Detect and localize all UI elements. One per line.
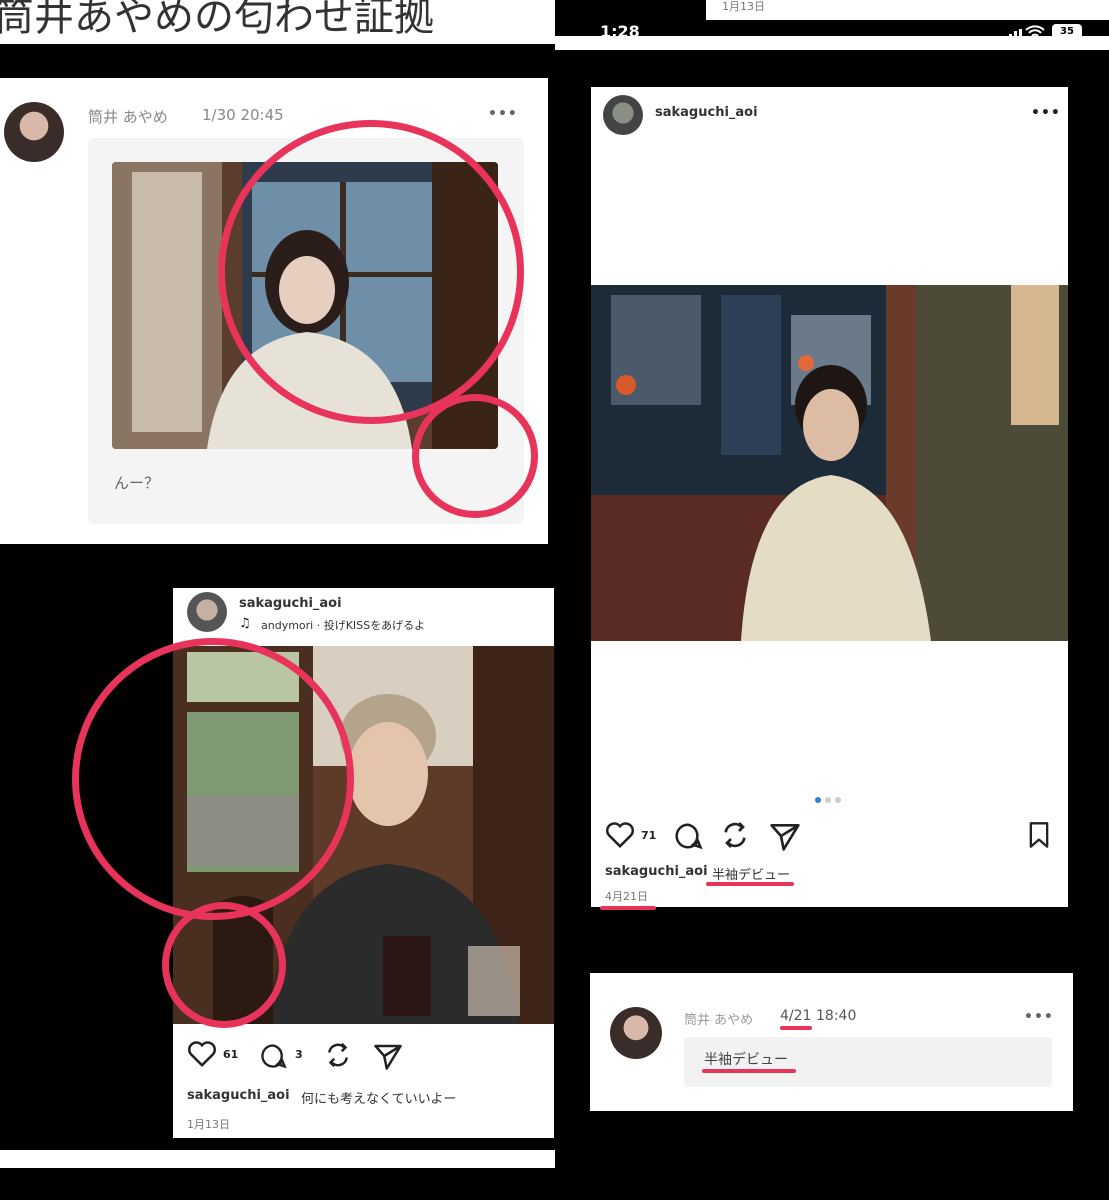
thread-timestamp: 18:40 xyxy=(816,1008,857,1024)
post-date: 1月13日 xyxy=(187,1118,230,1131)
heart-icon[interactable] xyxy=(605,821,635,853)
thread-caption: 半袖デビュー xyxy=(704,1052,788,1068)
insta-post-card-left: sakaguchi_aoi ♫ andymori · 投げKISSをあげるよ 6… xyxy=(173,588,554,1138)
post-username[interactable]: sakaguchi_aoi xyxy=(655,105,758,120)
thread-date: 4/21 xyxy=(780,1008,812,1024)
thread-post-card: 筒井 あやめ 4/21 18:40 ••• 半袖デビュー xyxy=(590,973,1073,1111)
caption-username[interactable]: sakaguchi_aoi xyxy=(187,1088,290,1103)
headline-strip: 筒井あやめの匂わせ証拠 xyxy=(0,0,555,44)
thread-username[interactable]: 筒井 あやめ xyxy=(88,106,168,127)
thread-timestamp: 1/30 20:45 xyxy=(202,106,284,124)
comment-icon[interactable] xyxy=(259,1042,287,1074)
bottom-strip xyxy=(0,1150,555,1168)
more-icon[interactable]: ••• xyxy=(488,106,518,122)
thread-post-card: 筒井 あやめ 1/30 20:45 ••• んー？ xyxy=(0,78,548,544)
share-icon[interactable] xyxy=(769,821,801,855)
highlight-underline xyxy=(780,1026,812,1030)
caption-username[interactable]: sakaguchi_aoi xyxy=(605,864,708,879)
avatar[interactable] xyxy=(610,1007,662,1059)
comment-icon[interactable] xyxy=(673,821,703,855)
thread-username[interactable]: 筒井 あやめ xyxy=(684,1009,753,1028)
highlight-underline xyxy=(600,906,656,910)
top-crop-strip: 1月13日 xyxy=(706,0,1109,20)
post-photo[interactable] xyxy=(591,285,1068,641)
post-username[interactable]: sakaguchi_aoi xyxy=(239,596,342,611)
status-divider xyxy=(555,36,1109,50)
like-count: 61 xyxy=(223,1048,239,1061)
avatar[interactable] xyxy=(4,102,64,162)
bookmark-icon[interactable] xyxy=(1027,821,1051,853)
headline-text: 筒井あやめの匂わせ証拠 xyxy=(0,0,434,40)
post-caption: 何にも考えなくていいよー xyxy=(301,1092,457,1107)
post-caption: 半袖デビュー xyxy=(712,868,791,883)
heart-icon[interactable] xyxy=(187,1040,217,1072)
highlight-underline xyxy=(706,882,794,886)
avatar[interactable] xyxy=(603,95,643,135)
post-photo[interactable] xyxy=(173,646,554,1024)
top-date: 1月13日 xyxy=(722,0,765,13)
thread-photo[interactable] xyxy=(112,162,498,449)
share-icon[interactable] xyxy=(373,1042,403,1074)
repost-icon[interactable] xyxy=(719,819,751,855)
more-icon[interactable]: ••• xyxy=(1031,105,1061,121)
carousel-dots xyxy=(815,797,845,805)
more-icon[interactable]: ••• xyxy=(1024,1009,1054,1025)
avatar[interactable] xyxy=(187,592,227,632)
repost-icon[interactable] xyxy=(323,1040,353,1074)
thread-bubble: 半袖デビュー xyxy=(684,1037,1052,1087)
insta-post-card-right: sakaguchi_aoi ••• 71 sakaguchi_aoi 半袖デビュ… xyxy=(591,87,1068,907)
music-icon: ♫ xyxy=(239,616,251,631)
thread-caption: んー？ xyxy=(114,474,160,492)
music-track[interactable]: andymori · 投げKISSをあげるよ xyxy=(261,617,425,633)
like-count: 71 xyxy=(641,829,657,842)
highlight-underline xyxy=(702,1069,796,1073)
post-date: 4月21日 xyxy=(605,890,648,903)
comment-count: 3 xyxy=(295,1048,303,1061)
thread-bubble: んー？ xyxy=(88,138,524,524)
